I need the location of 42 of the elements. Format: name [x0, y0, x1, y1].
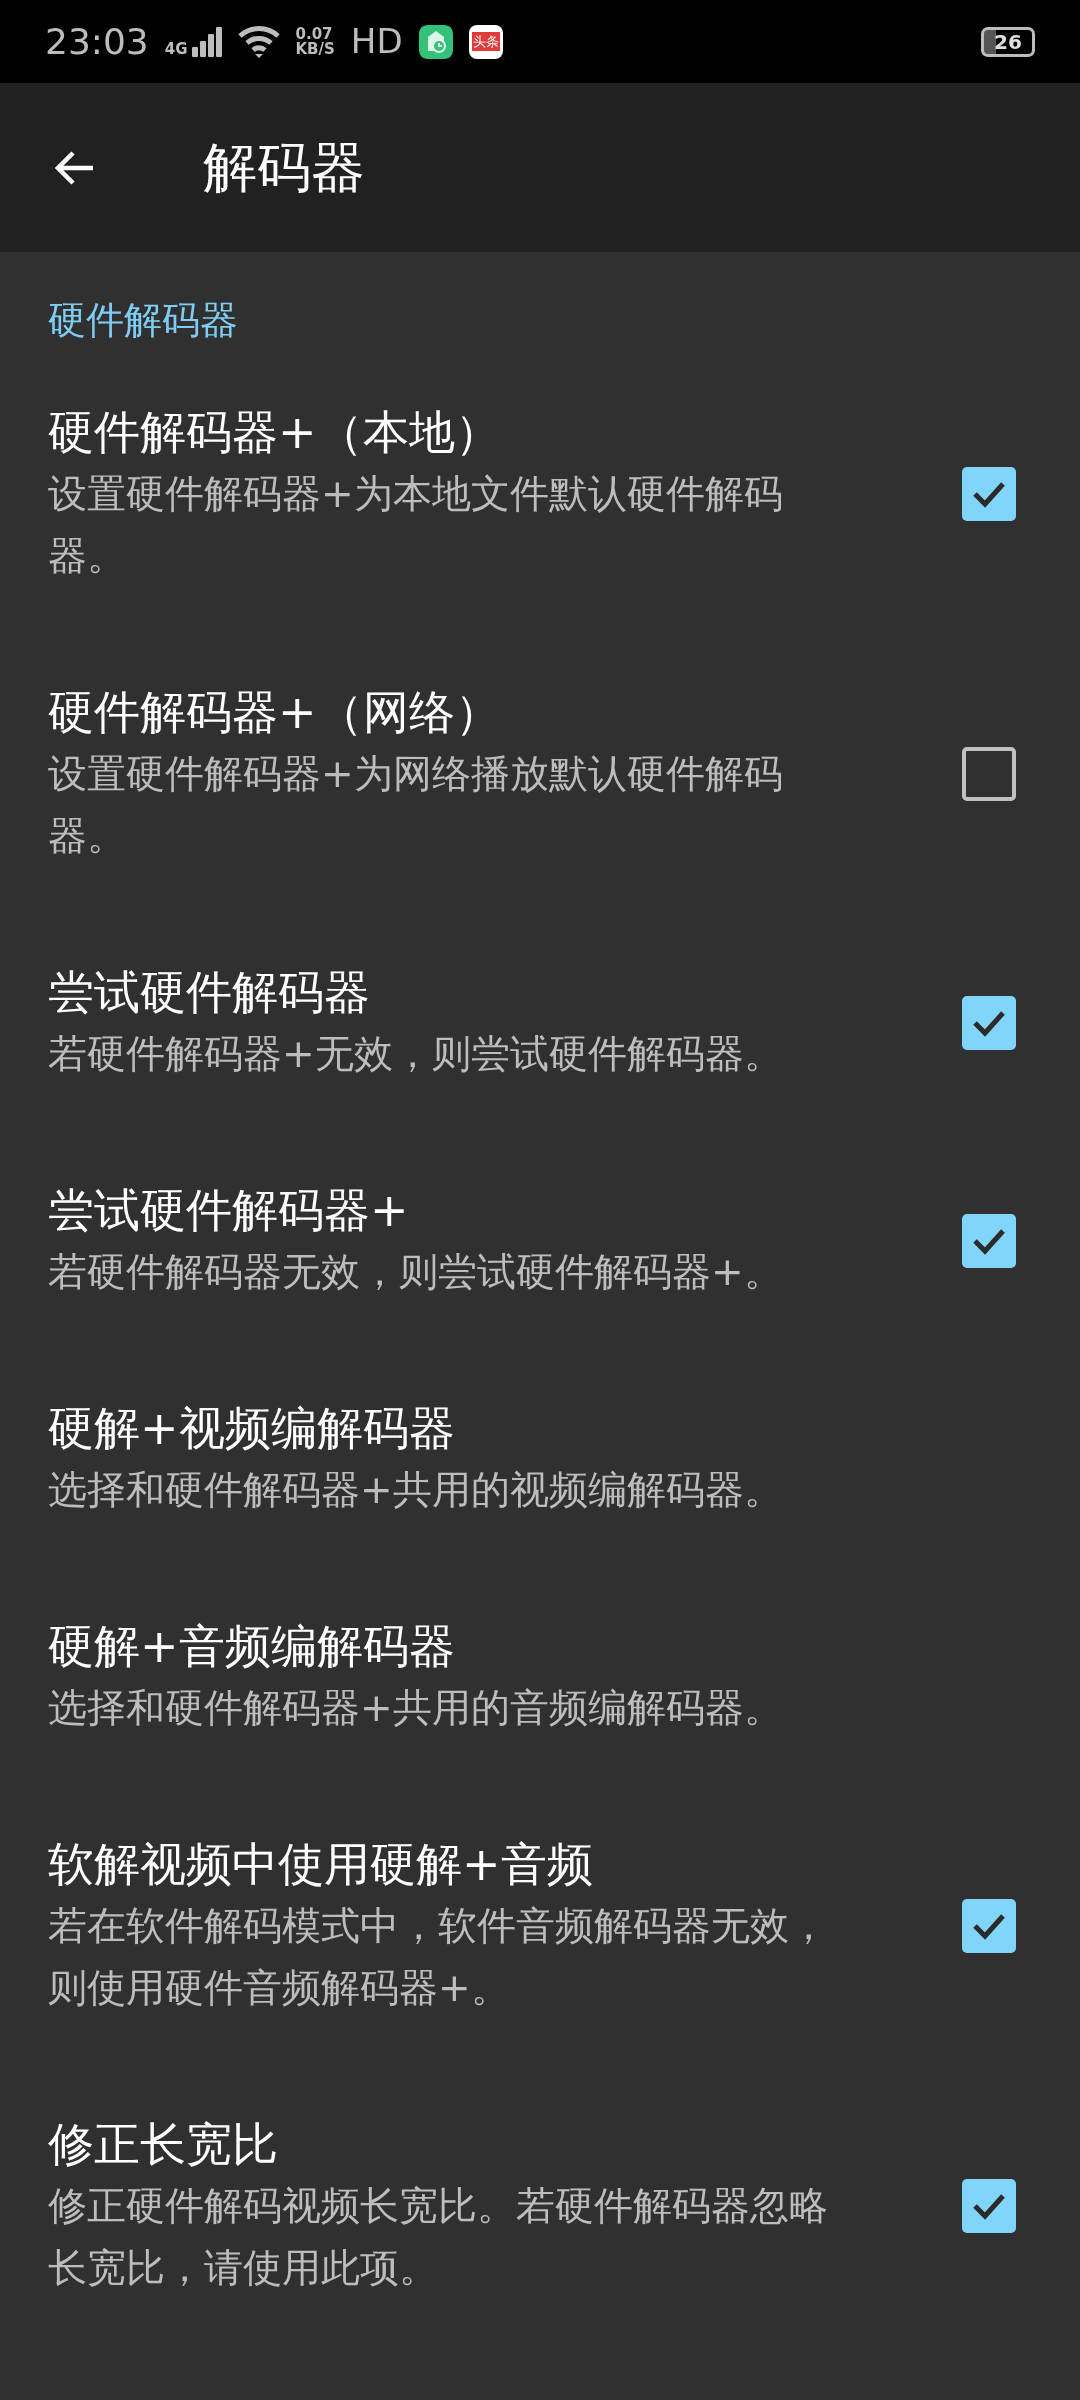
setting-summary: 若硬件解码器无效，则尝试硬件解码器+。	[48, 1248, 783, 1296]
setting-summary: 若硬件解码器+无效，则尝试硬件解码器。	[48, 1030, 783, 1078]
setting-summary: 设置硬件解码器+为网络播放默认硬件解码器。	[48, 750, 784, 860]
setting-summary: 选择和硬件解码器+共用的音频编解码器。	[48, 1684, 783, 1732]
checkbox[interactable]	[962, 2179, 1016, 2233]
screen-title: 解码器	[203, 135, 365, 201]
setting-summary: 设置硬件解码器+为本地文件默认硬件解码器。	[48, 470, 784, 580]
checkbox[interactable]	[962, 747, 1016, 801]
setting-item[interactable]: 硬件解码器+（网络） 设置硬件解码器+为网络播放默认硬件解码器。	[0, 637, 1080, 917]
setting-summary: 选择和硬件解码器+共用的视频编解码器。	[48, 1466, 783, 1514]
setting-item[interactable]: 硬解+视频编解码器 选择和硬件解码器+共用的视频编解码器。	[0, 1353, 1080, 1571]
checkbox[interactable]	[962, 1899, 1016, 1953]
network-type: 4G	[164, 41, 188, 57]
setting-title: 硬件解码器+（网络）	[48, 684, 502, 741]
clock-app-icon	[418, 24, 453, 59]
network-speed: 0.07	[295, 26, 333, 42]
setting-summary: 修正硬件解码视频长宽比。若硬件解码器忽略长宽比，请使用此项。	[48, 2182, 829, 2292]
setting-title: 软解视频中使用硬解+音频	[48, 1836, 594, 1893]
setting-item[interactable]: 尝试硬件解码器 若硬件解码器+无效，则尝试硬件解码器。	[0, 917, 1080, 1135]
category-header: 硬件解码器	[47, 297, 239, 344]
setting-title: 硬解+音频编解码器	[48, 1618, 456, 1675]
setting-item[interactable]: 尝试硬件解码器+ 若硬件解码器无效，则尝试硬件解码器+。	[0, 1135, 1080, 1353]
checkbox[interactable]	[962, 996, 1016, 1050]
hd-indicator: HD	[350, 20, 403, 63]
setting-item[interactable]: 软解视频中使用硬解+音频 若在软件解码模式中，软件音频解码器无效，则使用硬件音频解码器+。	[0, 1789, 1080, 2069]
setting-item[interactable]: 硬解+音频编解码器 选择和硬件解码器+共用的音频编解码器。	[0, 1571, 1080, 1789]
checkbox[interactable]	[962, 1214, 1016, 1268]
news-app-icon: 头条	[468, 24, 503, 59]
battery-level: 26	[981, 26, 1035, 57]
setting-summary: 若在软件解码模式中，软件音频解码器无效，则使用硬件音频解码器+。	[48, 1902, 829, 2012]
setting-title: 尝试硬件解码器	[48, 964, 371, 1021]
setting-item[interactable]: 修正长宽比 修正硬件解码视频长宽比。若硬件解码器忽略长宽比，请使用此项。	[0, 2069, 1080, 2349]
clock-time: 23:03	[45, 19, 149, 64]
setting-title: 硬件解码器+（本地）	[48, 404, 502, 461]
signal-icon	[191, 26, 222, 57]
speed-unit: KB/S	[295, 41, 335, 57]
setting-title: 修正长宽比	[48, 2116, 279, 2173]
checkbox[interactable]	[962, 467, 1016, 521]
setting-title: 尝试硬件解码器+	[48, 1182, 410, 1239]
setting-item[interactable]: 硬件解码器+（本地） 设置硬件解码器+为本地文件默认硬件解码器。	[0, 357, 1080, 637]
setting-title: 硬解+视频编解码器	[48, 1400, 456, 1457]
wifi-icon	[237, 25, 280, 58]
